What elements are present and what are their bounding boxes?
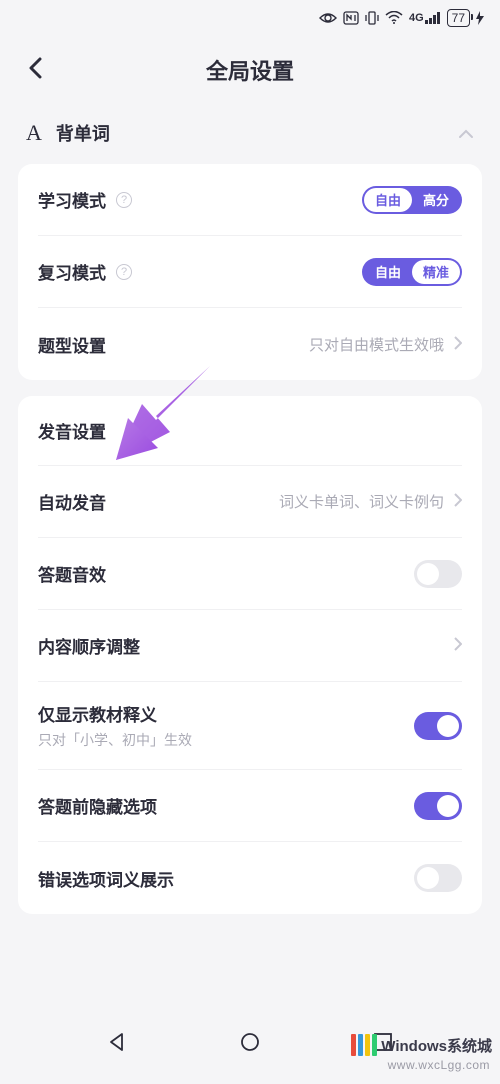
pronunciation-heading: 发音设置 — [38, 423, 106, 442]
hide-options-label: 答题前隐藏选项 — [38, 793, 157, 818]
auto-pronounce-value: 词义卡单词、词义卡例句 — [279, 491, 444, 512]
study-mode-toggle[interactable]: 自由 高分 — [362, 186, 462, 214]
chevron-right-icon — [454, 334, 462, 355]
chevron-right-icon — [454, 491, 462, 512]
page-header: 全局设置 — [0, 36, 500, 106]
row-textbook-only: 仅显示教材释义 只对「小学、初中」生效 — [38, 682, 462, 770]
help-icon[interactable]: ? — [116, 264, 132, 280]
help-icon[interactable]: ? — [116, 192, 132, 208]
page-title: 全局设置 — [20, 54, 480, 86]
auto-pronounce-label: 自动发音 — [38, 489, 106, 514]
chevron-right-icon — [454, 635, 462, 656]
card-study-settings: 学习模式 ? 自由 高分 复习模式 ? 自由 精准 题型设置 只对自由模式生效哦 — [18, 164, 482, 380]
row-pronunciation-heading: 发音设置 — [38, 396, 462, 466]
row-wrong-option-def: 错误选项词义展示 — [38, 842, 462, 914]
nfc-icon — [343, 11, 359, 25]
study-mode-opt-high[interactable]: 高分 — [412, 188, 460, 212]
chevron-up-icon — [458, 123, 474, 144]
watermark-brand: Windows系统城 — [381, 1035, 492, 1056]
row-answer-sound: 答题音效 — [38, 538, 462, 610]
study-mode-label: 学习模式 — [38, 187, 106, 212]
review-mode-label: 复习模式 — [38, 259, 106, 284]
letter-a-icon: A — [26, 120, 42, 146]
card-pronunciation-settings: 发音设置 自动发音 词义卡单词、词义卡例句 答题音效 内容顺序调整 仅显示教材释… — [18, 396, 482, 914]
watermark-url: www.wxcLgg.com — [388, 1058, 490, 1072]
answer-sound-label: 答题音效 — [38, 561, 106, 586]
review-mode-opt-free[interactable]: 自由 — [364, 260, 412, 284]
study-mode-opt-free[interactable]: 自由 — [364, 188, 412, 212]
nav-back-icon[interactable] — [106, 1031, 128, 1058]
battery-indicator: 77 — [447, 9, 470, 27]
wrong-option-def-switch[interactable] — [414, 864, 462, 892]
textbook-only-switch[interactable] — [414, 712, 462, 740]
watermark-logo: Windows系统城 — [351, 1034, 492, 1056]
wifi-icon — [385, 11, 403, 25]
review-mode-opt-precise[interactable]: 精准 — [412, 260, 460, 284]
row-question-type[interactable]: 题型设置 只对自由模式生效哦 — [38, 308, 462, 380]
textbook-only-sub: 只对「小学、初中」生效 — [38, 730, 192, 750]
row-review-mode: 复习模式 ? 自由 精准 — [38, 236, 462, 308]
section-title: 背单词 — [56, 120, 444, 146]
battery-level: 77 — [452, 11, 465, 25]
content-order-label: 内容顺序调整 — [38, 633, 140, 658]
vibrate-icon — [365, 11, 379, 25]
signal-icon: 4G — [409, 12, 441, 24]
status-bar: 4G 77 — [0, 0, 500, 36]
back-button[interactable] — [28, 55, 42, 86]
section-vocab-header[interactable]: A 背单词 — [0, 106, 500, 164]
question-type-value: 只对自由模式生效哦 — [309, 334, 444, 355]
row-content-order[interactable]: 内容顺序调整 — [38, 610, 462, 682]
eye-icon — [319, 12, 337, 24]
question-type-label: 题型设置 — [38, 332, 106, 357]
answer-sound-switch[interactable] — [414, 560, 462, 588]
row-study-mode: 学习模式 ? 自由 高分 — [38, 164, 462, 236]
network-label: 4G — [409, 12, 424, 24]
review-mode-toggle[interactable]: 自由 精准 — [362, 258, 462, 286]
textbook-only-label: 仅显示教材释义 — [38, 701, 192, 726]
charging-icon — [476, 11, 484, 25]
nav-home-icon[interactable] — [239, 1031, 261, 1058]
hide-options-switch[interactable] — [414, 792, 462, 820]
row-hide-options: 答题前隐藏选项 — [38, 770, 462, 842]
row-auto-pronounce[interactable]: 自动发音 词义卡单词、词义卡例句 — [38, 466, 462, 538]
logo-glyph-icon — [351, 1034, 377, 1056]
wrong-option-def-label: 错误选项词义展示 — [38, 866, 174, 891]
